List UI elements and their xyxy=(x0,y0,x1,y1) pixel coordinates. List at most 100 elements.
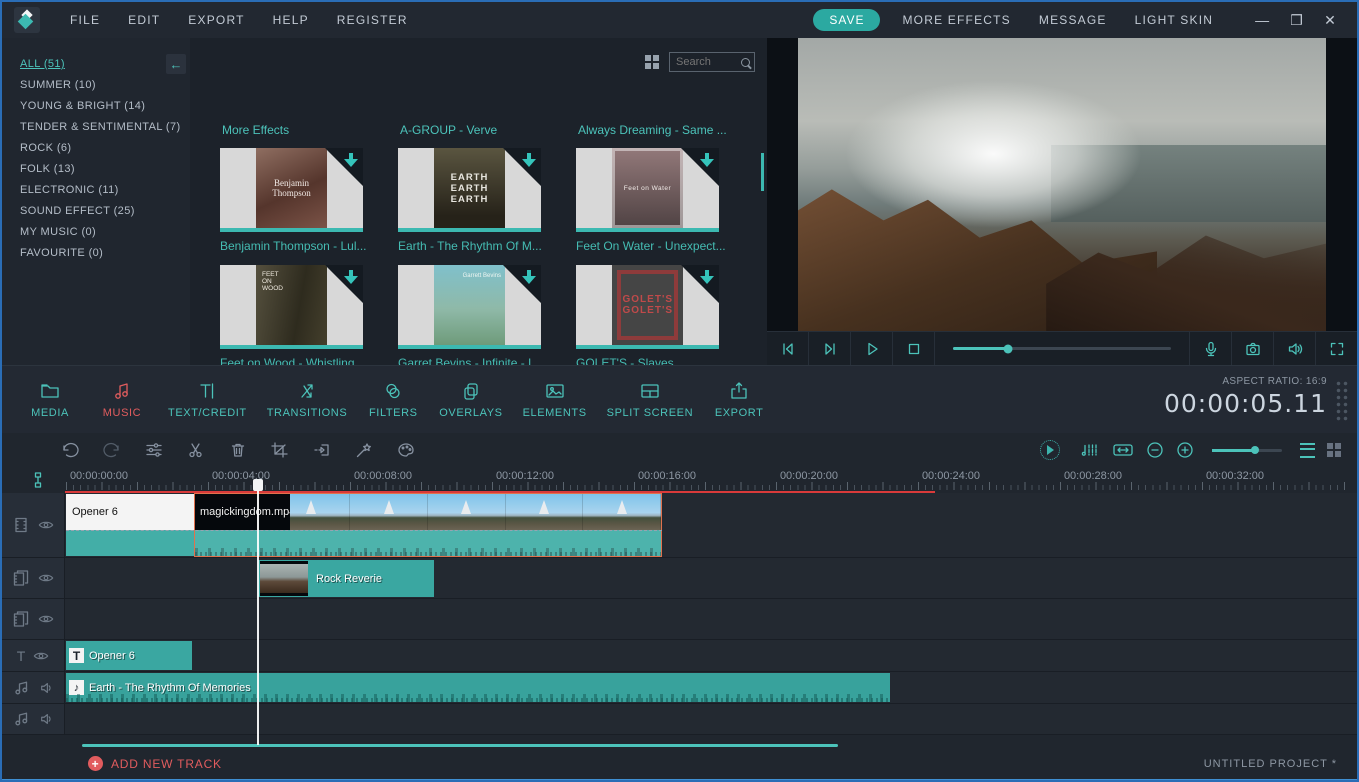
next-frame-button[interactable] xyxy=(809,332,851,365)
download-icon[interactable] xyxy=(344,153,359,168)
pip-track-2[interactable] xyxy=(2,599,1357,640)
tab-elements[interactable]: ELEMENTS xyxy=(513,381,597,419)
track-title[interactable]: Earth - The Rhythm Of M... xyxy=(398,239,558,253)
search-input[interactable] xyxy=(674,55,741,69)
save-button[interactable]: SAVE xyxy=(813,9,880,31)
zoom-out-icon[interactable] xyxy=(1146,441,1164,459)
tab-filters[interactable]: FILTERS xyxy=(357,381,429,419)
zoom-in-icon[interactable] xyxy=(1176,441,1194,459)
download-icon[interactable] xyxy=(700,153,715,168)
volume-button[interactable] xyxy=(1274,332,1316,365)
fullscreen-button[interactable] xyxy=(1316,332,1357,365)
music-card-feet-on-water[interactable]: Feet on Water xyxy=(576,148,719,232)
track-title[interactable]: Benjamin Thompson - Lul... xyxy=(220,239,380,253)
text-track[interactable]: T T Opener 6 xyxy=(2,640,1357,672)
video-preview[interactable] xyxy=(798,38,1326,335)
pip-track-1[interactable]: Rock Reverie xyxy=(2,558,1357,599)
music-card-garret-bevins[interactable]: Garrett Bevins xyxy=(398,265,541,349)
snapshot-button[interactable] xyxy=(1232,332,1274,365)
track-title[interactable]: Garret Bevins - Infinite - I... xyxy=(398,356,558,365)
clip-opener-6-text[interactable]: T Opener 6 xyxy=(66,641,192,670)
minimize-icon[interactable]: — xyxy=(1245,12,1280,28)
track-title[interactable]: GOLET'S - Slaves xyxy=(576,356,736,365)
split-scissors-icon[interactable] xyxy=(186,441,206,459)
timeline-zoom-slider[interactable] xyxy=(1212,449,1282,452)
eye-icon[interactable] xyxy=(33,649,49,663)
library-scrollbar[interactable] xyxy=(761,153,764,191)
detach-export-icon[interactable] xyxy=(312,441,332,459)
play-button[interactable] xyxy=(851,332,893,365)
menu-register[interactable]: REGISTER xyxy=(323,13,422,27)
tab-split-screen[interactable]: SPLIT SCREEN xyxy=(597,381,703,419)
download-icon[interactable] xyxy=(522,153,537,168)
search-box[interactable] xyxy=(669,52,755,72)
sidebar-item-summer[interactable]: SUMMER (10) xyxy=(2,75,190,96)
menu-file[interactable]: FILE xyxy=(56,13,114,27)
render-preview-icon[interactable] xyxy=(1040,440,1060,460)
sidebar-item-electronic[interactable]: ELECTRONIC (11) xyxy=(2,180,190,201)
sidebar-collapse-button[interactable]: ← xyxy=(166,54,186,74)
sidebar-item-all[interactable]: ALL (51) xyxy=(2,54,190,75)
sidebar-item-sound-effect[interactable]: SOUND EFFECT (25) xyxy=(2,201,190,222)
track-title[interactable]: Feet On Water - Unexpect... xyxy=(576,239,736,253)
timecode[interactable]: 00:00:05.11 xyxy=(1164,389,1327,418)
effects-wand-icon[interactable] xyxy=(354,441,374,459)
clip-magickingdom-selected[interactable]: magickingdom.mp4 xyxy=(194,493,662,557)
maximize-icon[interactable]: ❒ xyxy=(1280,12,1314,29)
grid-view-icon[interactable] xyxy=(645,55,659,69)
speaker-icon[interactable] xyxy=(39,712,54,726)
tab-media[interactable]: MEDIA xyxy=(14,381,86,419)
music-track-1[interactable]: ♪ Earth - The Rhythm Of Memories xyxy=(2,672,1357,704)
speaker-icon[interactable] xyxy=(39,681,54,695)
color-palette-icon[interactable] xyxy=(396,441,416,459)
timeline-horizontal-scrollbar[interactable] xyxy=(82,744,838,747)
undo-icon[interactable] xyxy=(60,441,80,459)
playhead[interactable] xyxy=(257,479,259,745)
redo-icon[interactable] xyxy=(102,441,122,459)
sidebar-item-folk[interactable]: FOLK (13) xyxy=(2,159,190,180)
clip-earth-music[interactable]: ♪ Earth - The Rhythm Of Memories xyxy=(66,673,890,702)
zoom-slider-handle[interactable] xyxy=(1251,446,1259,454)
audio-adjust-icon[interactable] xyxy=(144,441,164,459)
music-card-benjamin[interactable]: Benjamin Thompson xyxy=(220,148,363,232)
track-height-icon[interactable] xyxy=(30,471,46,489)
download-icon[interactable] xyxy=(700,270,715,285)
close-icon[interactable]: ✕ xyxy=(1314,12,1347,29)
thumbnail-view-icon[interactable] xyxy=(1327,443,1341,457)
seek-handle[interactable] xyxy=(1003,344,1012,353)
clip-opener-6-video[interactable]: Opener 6 xyxy=(66,494,194,556)
eye-icon[interactable] xyxy=(38,571,54,585)
sidebar-item-young-bright[interactable]: YOUNG & BRIGHT (14) xyxy=(2,96,190,117)
crop-icon[interactable] xyxy=(270,441,290,459)
light-skin-button[interactable]: LIGHT SKIN xyxy=(1121,13,1227,27)
video-track-1[interactable]: Opener 6 magickingdom.mp4 xyxy=(2,493,1357,558)
previous-frame-button[interactable] xyxy=(767,332,809,365)
add-new-track-button[interactable]: + ADD NEW TRACK xyxy=(88,756,222,771)
eye-icon[interactable] xyxy=(38,612,54,626)
stop-button[interactable] xyxy=(893,332,935,365)
fit-timeline-icon[interactable] xyxy=(1112,441,1134,459)
sidebar-item-tender-sentimental[interactable]: TENDER & SENTIMENTAL (7) xyxy=(2,117,190,138)
menu-export[interactable]: EXPORT xyxy=(174,13,258,27)
download-icon[interactable] xyxy=(522,270,537,285)
menu-help[interactable]: HELP xyxy=(259,13,323,27)
tab-text-credit[interactable]: TEXT/CREDIT xyxy=(158,381,257,419)
menu-edit[interactable]: EDIT xyxy=(114,13,174,27)
track-title[interactable]: Feet on Wood - Whistling ... xyxy=(220,356,380,365)
audio-mixer-icon[interactable] xyxy=(1080,441,1100,459)
timeline-ruler[interactable]: 00:00:00:00 00:00:04:00 00:00:08:00 00:0… xyxy=(2,468,1357,493)
music-card-golets[interactable]: GOLET'S GOLET'S xyxy=(576,265,719,349)
track-options-icon[interactable] xyxy=(1300,443,1315,458)
delete-icon[interactable] xyxy=(228,441,248,459)
tab-music[interactable]: MUSIC xyxy=(86,381,158,419)
sidebar-item-my-music[interactable]: MY MUSIC (0) xyxy=(2,222,190,243)
tab-export[interactable]: EXPORT xyxy=(703,381,775,419)
music-card-earth[interactable]: EARTH EARTH EARTH xyxy=(398,148,541,232)
download-icon[interactable] xyxy=(344,270,359,285)
music-card-feet-on-wood[interactable]: FEET ON WOOD xyxy=(220,265,363,349)
record-voiceover-button[interactable] xyxy=(1190,332,1232,365)
playhead-handle[interactable] xyxy=(253,479,263,491)
sidebar-item-favourite[interactable]: FAVOURITE (0) xyxy=(2,243,190,264)
eye-icon[interactable] xyxy=(38,518,54,532)
seek-slider[interactable] xyxy=(935,332,1190,365)
